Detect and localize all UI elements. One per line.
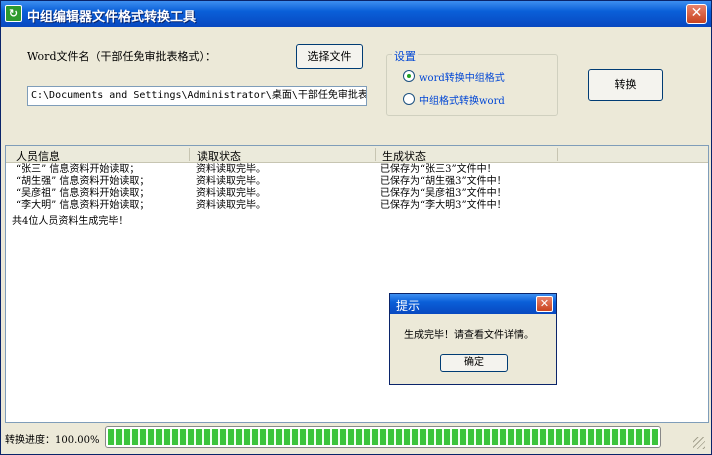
summary-text: 共4位人员资料生成完毕！: [12, 216, 129, 227]
status-bar: 转换进度：100.00%: [3, 425, 709, 451]
list-item[interactable]: “胡生强” 信息资料开始读取； 资料读取完毕。 已保存为“胡生强3”文件中！: [6, 176, 708, 188]
column-header-generate[interactable]: 生成状态: [382, 148, 426, 164]
cell-read: 资料读取完毕。: [196, 176, 266, 187]
radio-zhongzu-to-word[interactable]: [403, 93, 415, 105]
title-bar[interactable]: ↻ 中组编辑器文件格式转换工具 ✕: [1, 1, 711, 27]
progress-bar: [105, 426, 661, 448]
cell-read: 资料读取完毕。: [196, 200, 266, 211]
cell-generate: 已保存为“吴彦祖3”文件中！: [380, 188, 507, 199]
radio-zhongzu-to-word-label[interactable]: 中组格式转换word: [419, 92, 505, 107]
column-header-read[interactable]: 读取状态: [197, 148, 241, 164]
list-item[interactable]: “吴彦祖” 信息资料开始读取； 资料读取完毕。 已保存为“吴彦祖3”文件中！: [6, 188, 708, 200]
list-header: 人员信息 读取状态 生成状态: [6, 146, 708, 163]
cell-read: 资料读取完毕。: [196, 164, 266, 175]
top-panel: Word文件名（干部任免审批表格式）： 选择文件 C:\Documents an…: [3, 28, 709, 141]
convert-button[interactable]: 转换: [588, 69, 663, 101]
main-window: ↻ 中组编辑器文件格式转换工具 ✕ Word文件名（干部任免审批表格式）： 选择…: [0, 0, 712, 455]
close-button[interactable]: ✕: [686, 4, 707, 24]
progress-fill: [108, 429, 658, 445]
progress-label: 转换进度：100.00%: [5, 435, 100, 446]
column-separator[interactable]: [557, 148, 558, 161]
radio-word-to-zhongzu[interactable]: [403, 70, 415, 82]
result-list[interactable]: 人员信息 读取状态 生成状态 “张三” 信息资料开始读取； 资料读取完毕。 已保…: [5, 145, 709, 423]
dialog-title-bar[interactable]: 提示 ✕: [390, 294, 556, 314]
dialog-message: 生成完毕！请查看文件详情。: [404, 330, 534, 341]
column-separator[interactable]: [375, 148, 376, 161]
list-item[interactable]: “张三” 信息资料开始读取； 资料读取完毕。 已保存为“张三3”文件中！: [6, 164, 708, 176]
cell-generate: 已保存为“胡生强3”文件中！: [380, 176, 507, 187]
column-separator[interactable]: [189, 148, 190, 161]
settings-legend: 设置: [392, 48, 418, 64]
dialog-close-button[interactable]: ✕: [536, 296, 553, 312]
dialog-ok-button[interactable]: 确定: [440, 354, 508, 372]
word-file-label: Word文件名（干部任免审批表格式）：: [27, 50, 216, 63]
file-path-input[interactable]: C:\Documents and Settings\Administrator\…: [27, 86, 367, 106]
dialog-title: 提示: [396, 299, 421, 313]
resize-grip-icon[interactable]: [693, 437, 705, 449]
cell-generate: 已保存为“李大明3”文件中！: [380, 200, 507, 211]
cell-person: “胡生强” 信息资料开始读取；: [16, 176, 150, 187]
choose-file-button[interactable]: 选择文件: [296, 44, 363, 69]
radio-word-to-zhongzu-label[interactable]: word转换中组格式: [419, 69, 505, 84]
cell-person: “张三” 信息资料开始读取；: [16, 164, 140, 175]
cell-person: “李大明” 信息资料开始读取；: [16, 200, 150, 211]
column-header-person[interactable]: 人员信息: [16, 148, 60, 164]
cell-person: “吴彦祖” 信息资料开始读取；: [16, 188, 150, 199]
prompt-dialog: 提示 ✕ 生成完毕！请查看文件详情。 确定: [389, 293, 557, 385]
cell-read: 资料读取完毕。: [196, 188, 266, 199]
app-refresh-icon: ↻: [5, 5, 22, 22]
list-item[interactable]: “李大明” 信息资料开始读取； 资料读取完毕。 已保存为“李大明3”文件中！: [6, 200, 708, 212]
list-body: “张三” 信息资料开始读取； 资料读取完毕。 已保存为“张三3”文件中！ “胡生…: [6, 164, 708, 212]
window-title: 中组编辑器文件格式转换工具: [27, 10, 197, 25]
cell-generate: 已保存为“张三3”文件中！: [380, 164, 497, 175]
